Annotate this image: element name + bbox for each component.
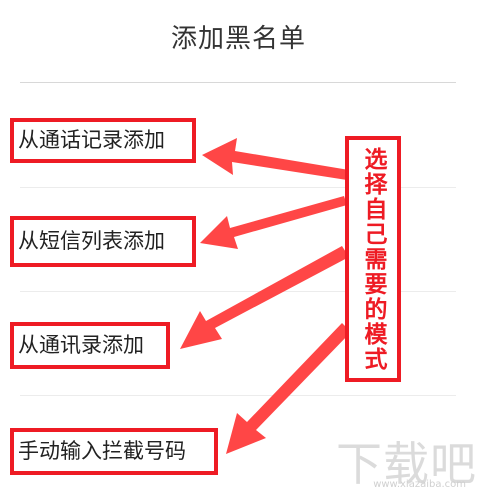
arrow-to-call-log — [202, 138, 349, 180]
mode-hint-callout: 选择自己需要的模式 — [345, 136, 401, 382]
watermark: 下载吧 www.xiazaiba.com — [336, 428, 476, 491]
arrow-to-manual-input — [226, 323, 351, 454]
mode-hint-text: 选择自己需要的模式 — [360, 146, 386, 372]
watermark-url: www.xiazaiba.com — [373, 479, 466, 490]
arrow-to-contacts — [180, 246, 349, 349]
arrow-to-sms-list — [200, 196, 347, 249]
annotation-arrows — [180, 138, 351, 454]
